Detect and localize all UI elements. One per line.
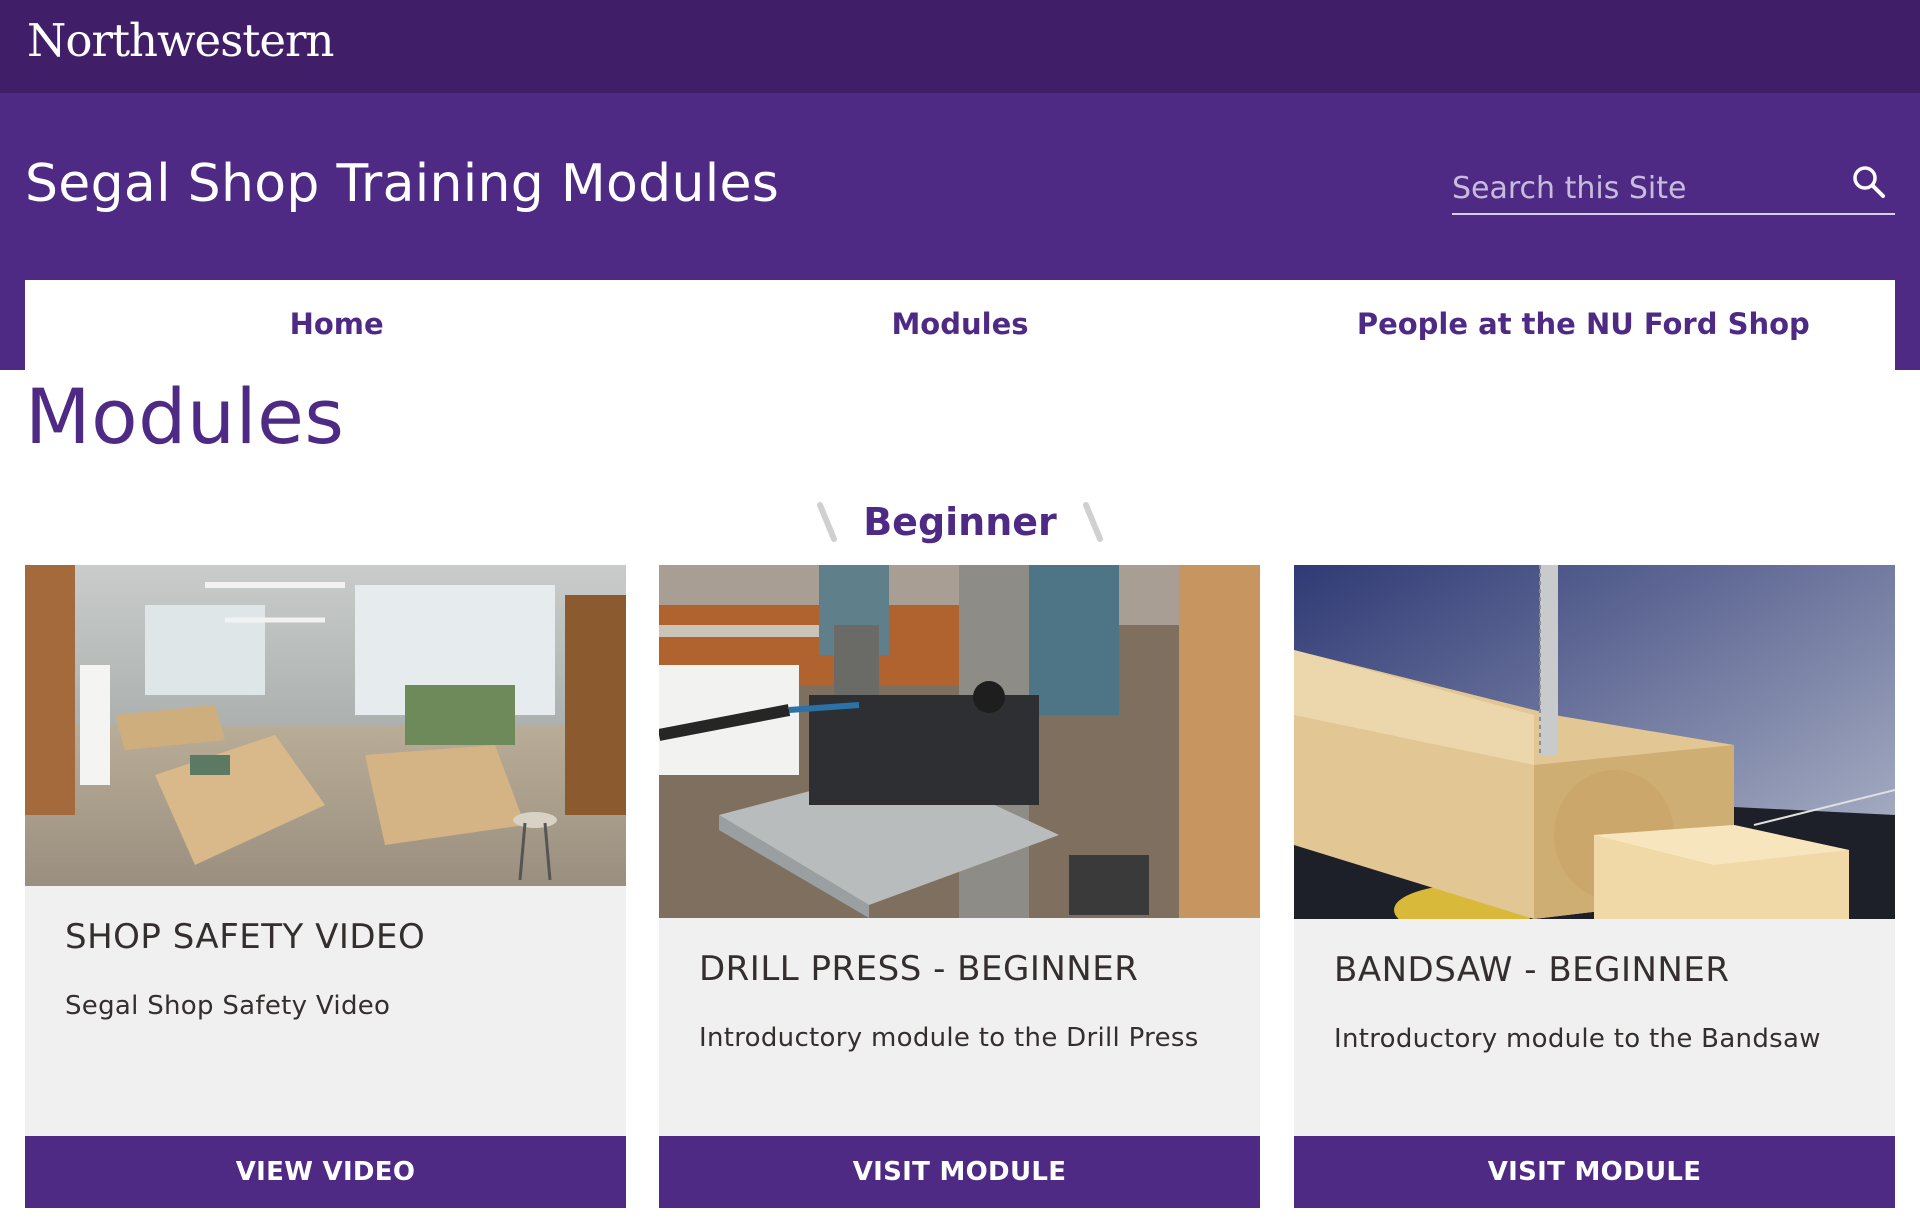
- main-nav: Home Modules People at the NU Ford Shop: [25, 280, 1895, 370]
- module-card-shop-safety: SHOP SAFETY VIDEO Segal Shop Safety Vide…: [25, 565, 626, 1208]
- bandsaw-photo[interactable]: [1294, 565, 1895, 919]
- card-description: Introductory module to the Drill Press: [699, 1023, 1199, 1053]
- nav-item-modules[interactable]: Modules: [648, 280, 1271, 370]
- slash-decoration-icon: [1082, 502, 1103, 542]
- section-title: Beginner: [863, 500, 1057, 544]
- module-card-drill-press: DRILL PRESS - BEGINNER Introductory modu…: [659, 565, 1260, 1208]
- drill-press-photo[interactable]: [659, 565, 1260, 918]
- card-title[interactable]: BANDSAW - BEGINNER: [1334, 950, 1729, 990]
- brand-bar: Northwestern: [0, 0, 1920, 93]
- card-description: Introductory module to the Bandsaw: [1334, 1024, 1821, 1054]
- nav-item-people[interactable]: People at the NU Ford Shop: [1272, 280, 1895, 370]
- nav-item-home[interactable]: Home: [25, 280, 648, 370]
- view-video-button[interactable]: VIEW VIDEO: [25, 1136, 626, 1208]
- shop-interior-photo[interactable]: [25, 565, 626, 886]
- module-card-bandsaw: BANDSAW - BEGINNER Introductory module t…: [1294, 565, 1895, 1208]
- visit-module-button[interactable]: VISIT MODULE: [659, 1136, 1260, 1208]
- card-description: Segal Shop Safety Video: [65, 991, 391, 1021]
- site-title[interactable]: Segal Shop Training Modules: [25, 154, 779, 214]
- card-title[interactable]: SHOP SAFETY VIDEO: [65, 917, 425, 957]
- card-title[interactable]: DRILL PRESS - BEGINNER: [699, 949, 1138, 989]
- section-heading: Beginner: [0, 496, 1920, 548]
- search-input[interactable]: [1452, 157, 1832, 213]
- page-title: Modules: [25, 372, 345, 461]
- northwestern-logo[interactable]: Northwestern: [27, 14, 334, 67]
- search-button[interactable]: [1849, 163, 1889, 203]
- visit-module-button[interactable]: VISIT MODULE: [1294, 1136, 1895, 1208]
- search-form: [1452, 157, 1895, 215]
- slash-decoration-icon: [817, 502, 838, 542]
- search-icon: [1853, 165, 1885, 198]
